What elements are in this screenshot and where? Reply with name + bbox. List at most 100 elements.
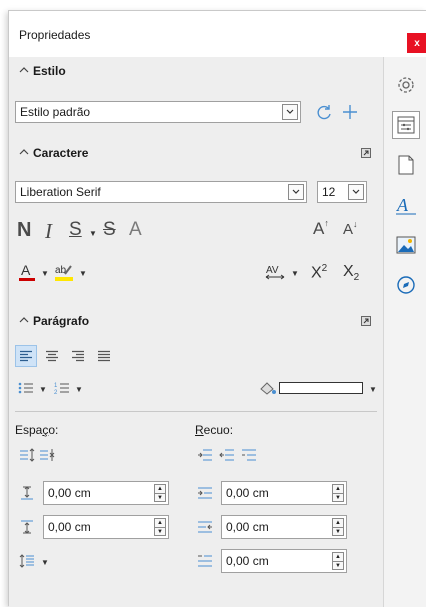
more-options-icon[interactable] xyxy=(361,315,371,329)
shadow-button[interactable]: A xyxy=(129,219,142,241)
font-size-value: 12 xyxy=(322,185,336,199)
triangle-down-icon[interactable]: ▼ xyxy=(333,527,343,535)
underline-dropdown-icon[interactable]: ▼ xyxy=(89,229,97,238)
chevron-down-icon[interactable] xyxy=(348,184,364,200)
line-spacing-dropdown-icon[interactable]: ▼ xyxy=(41,558,49,567)
panel-title-paragrafo: Parágrafo xyxy=(33,314,90,328)
font-color-dropdown-icon[interactable]: ▼ xyxy=(41,269,49,278)
hanging-indent-icon[interactable] xyxy=(239,445,259,465)
after-indent-stepper[interactable]: ▲ ▼ xyxy=(332,518,344,536)
subscript-button[interactable]: X2 xyxy=(343,263,359,283)
sliders-icon[interactable] xyxy=(392,111,420,139)
before-indent-icon xyxy=(195,483,215,503)
numbered-dropdown-icon[interactable]: ▼ xyxy=(75,385,83,394)
subscript-glyph: X xyxy=(343,263,354,280)
triangle-up-icon[interactable]: ▲ xyxy=(333,553,343,561)
panel-paragrafo: ▼ 12 ▼ ▼ Espaço: Recuo: 0,00 cm ▲ ▼ 0,00… xyxy=(9,335,383,607)
before-indent-stepper[interactable]: ▲ ▼ xyxy=(332,484,344,502)
gear-icon[interactable] xyxy=(392,71,420,99)
panel-header-estilo[interactable]: Estilo xyxy=(9,57,383,85)
underline-button[interactable]: S xyxy=(69,219,82,241)
highlight-color-button[interactable]: ab xyxy=(53,261,75,283)
font-name-value: Liberation Serif xyxy=(20,185,101,199)
svg-text:A: A xyxy=(396,195,409,215)
indent-label: Recuo: xyxy=(195,423,233,437)
subscript-exp: 2 xyxy=(353,272,360,284)
below-spacing-field[interactable]: 0,00 cm ▲ ▼ xyxy=(43,515,169,539)
character-spacing-button[interactable]: AV xyxy=(263,261,287,283)
shrink-font-glyph: A xyxy=(343,221,354,238)
after-indent-icon xyxy=(195,517,215,537)
navigator-icon[interactable] xyxy=(392,271,420,299)
increase-spacing-icon[interactable] xyxy=(17,445,37,465)
bullet-list-icon[interactable] xyxy=(15,377,37,399)
bullet-dropdown-icon[interactable]: ▼ xyxy=(39,385,47,394)
superscript-button[interactable]: X2 xyxy=(311,263,327,282)
numbered-list-icon[interactable]: 12 xyxy=(51,377,73,399)
font-size-combo[interactable]: 12 xyxy=(317,181,367,203)
chevron-up-icon xyxy=(19,314,29,328)
decrease-indent-icon[interactable] xyxy=(217,445,237,465)
line-spacing-icon[interactable] xyxy=(17,551,37,571)
triangle-up-icon[interactable]: ▲ xyxy=(333,485,343,493)
align-right-icon[interactable] xyxy=(67,345,89,367)
above-spacing-field[interactable]: 0,00 cm ▲ ▼ xyxy=(43,481,169,505)
page-icon[interactable] xyxy=(392,151,420,179)
more-options-icon[interactable] xyxy=(361,147,371,161)
svg-text:A: A xyxy=(21,262,31,278)
svg-text:AV: AV xyxy=(266,265,279,276)
indent-label-post: ecuo: xyxy=(203,423,234,437)
font-name-combo[interactable]: Liberation Serif xyxy=(15,181,307,203)
titlebar: Propriedades x xyxy=(9,11,426,53)
bold-button[interactable]: N xyxy=(17,219,31,242)
paragraph-style-combo[interactable]: Estilo padrão xyxy=(15,101,301,123)
before-indent-field[interactable]: 0,00 cm ▲ ▼ xyxy=(221,481,347,505)
increase-indent-icon[interactable] xyxy=(195,445,215,465)
triangle-up-icon[interactable]: ▲ xyxy=(333,519,343,527)
triangle-down-icon[interactable]: ▼ xyxy=(333,493,343,501)
sidebar-tabbar: A xyxy=(383,57,426,607)
panel-header-caractere[interactable]: Caractere xyxy=(9,139,383,167)
shrink-font-button[interactable]: A↓ xyxy=(343,219,358,238)
triangle-down-icon[interactable]: ▼ xyxy=(155,527,165,535)
align-justify-icon[interactable] xyxy=(93,345,115,367)
panel-header-paragrafo[interactable]: Parágrafo xyxy=(9,307,383,335)
chevron-down-icon[interactable] xyxy=(288,184,304,200)
first-line-indent-field[interactable]: 0,00 cm ▲ ▼ xyxy=(221,549,347,573)
triangle-up-icon[interactable]: ▲ xyxy=(155,485,165,493)
close-button[interactable]: x xyxy=(407,33,426,53)
paragraph-background-icon[interactable] xyxy=(257,378,279,398)
triangle-up-icon[interactable]: ▲ xyxy=(155,519,165,527)
align-left-icon[interactable] xyxy=(15,345,37,367)
panel-caractere: Liberation Serif 12 N I S ▼ S A A↑ A↓ A … xyxy=(9,167,383,307)
svg-text:1: 1 xyxy=(54,383,58,389)
panel-estilo: Estilo padrão xyxy=(9,85,383,139)
align-center-icon[interactable] xyxy=(41,345,63,367)
below-spacing-stepper[interactable]: ▲ ▼ xyxy=(154,518,166,536)
gallery-icon[interactable] xyxy=(392,231,420,259)
grow-font-button[interactable]: A↑ xyxy=(313,218,329,239)
triangle-down-icon[interactable]: ▼ xyxy=(333,561,343,569)
font-color-button[interactable]: A xyxy=(17,261,37,283)
separator xyxy=(15,411,377,412)
before-indent-value: 0,00 cm xyxy=(226,486,269,500)
highlight-dropdown-icon[interactable]: ▼ xyxy=(79,269,87,278)
update-style-icon[interactable] xyxy=(313,101,335,123)
first-line-indent-value: 0,00 cm xyxy=(226,554,269,568)
new-style-icon[interactable] xyxy=(339,101,361,123)
background-dropdown-icon[interactable]: ▼ xyxy=(369,385,377,394)
triangle-down-icon[interactable]: ▼ xyxy=(155,493,165,501)
chevron-down-icon[interactable] xyxy=(282,104,298,120)
styles-icon[interactable]: A xyxy=(392,191,420,219)
superscript-exp: 2 xyxy=(321,263,328,274)
above-spacing-stepper[interactable]: ▲ ▼ xyxy=(154,484,166,502)
paragraph-background-swatch[interactable] xyxy=(279,382,363,394)
spacing-dropdown-icon[interactable]: ▼ xyxy=(291,269,299,278)
strikethrough-button[interactable]: S xyxy=(103,219,116,241)
decrease-spacing-icon[interactable] xyxy=(37,445,57,465)
italic-button[interactable]: I xyxy=(45,219,52,244)
first-line-indent-stepper[interactable]: ▲ ▼ xyxy=(332,552,344,570)
panel-title-caractere: Caractere xyxy=(33,146,89,160)
after-indent-field[interactable]: 0,00 cm ▲ ▼ xyxy=(221,515,347,539)
sidebar-deck: Estilo Estilo padrão Caractere Liberatio… xyxy=(9,57,383,607)
